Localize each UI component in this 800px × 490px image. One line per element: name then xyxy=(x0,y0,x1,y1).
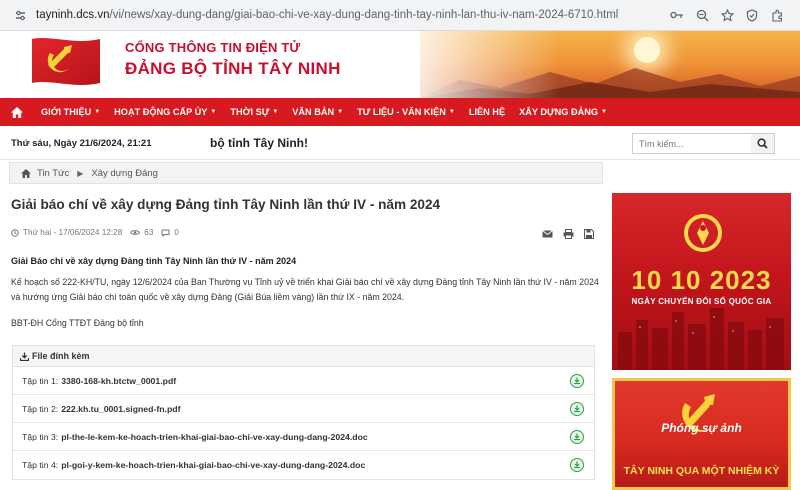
attachments-panel: File đính kèm Tập tin 1: 3380-168-kh.btc… xyxy=(12,345,595,480)
print-icon[interactable] xyxy=(562,228,574,239)
photo-report-banner[interactable]: Phóng sự ảnh TÂY NINH QUA MỘT NHIỆM KỲ xyxy=(612,378,791,490)
browser-address-bar: tayninh.dcs.vn/vi/news/xay-dung-dang/gia… xyxy=(0,0,800,31)
banner-subtitle: TÂY NINH QUA MỘT NHIỆM KỲ xyxy=(623,465,780,477)
file-label: Tập tin 2: xyxy=(22,403,59,414)
file-row[interactable]: Tập tin 4: pl-goi-y-kem-ke-hoach-trien-k… xyxy=(13,451,594,479)
breadcrumb-separator-icon: ▶ xyxy=(77,168,84,178)
main-navigation: GIỚI THIỆU ▼ HOẠT ĐỘNG CẤP ỦY ▼ THỜI SỰ ▼ V… xyxy=(0,98,800,126)
nav-item-tu-lieu-van-kien[interactable]: TƯ LIỆU - VĂN KIỆN ▼ xyxy=(350,98,462,126)
star-icon[interactable] xyxy=(720,8,734,22)
nav-label: GIỚI THIỆU xyxy=(41,107,92,117)
caret-down-icon: ▼ xyxy=(448,109,455,115)
nav-home-button[interactable] xyxy=(0,98,34,126)
url-path: /vi/news/xay-dung-dang/giai-bao-chi-ve-x… xyxy=(109,9,619,21)
site-info-icon[interactable] xyxy=(12,7,28,23)
news-ticker[interactable]: bộ tỉnh Tây Ninh! xyxy=(210,136,308,150)
file-row[interactable]: Tập tin 1: 3380-168-kh.btctw_0001.pdf xyxy=(13,367,594,395)
nav-item-van-ban[interactable]: VĂN BẢN ▼ xyxy=(285,98,350,126)
home-icon xyxy=(11,106,23,118)
nav-item-lien-he[interactable]: LIÊN HỆ xyxy=(462,98,512,126)
file-label: Tập tin 4: xyxy=(22,460,59,470)
search-input[interactable] xyxy=(632,133,752,154)
eye-icon xyxy=(130,230,141,235)
caret-down-icon: ▼ xyxy=(337,109,344,115)
attachments-title: File đính kèm xyxy=(32,351,90,361)
site-title-line2: ĐẢNG BỘ TỈNH TÂY NINH xyxy=(125,59,341,78)
file-name[interactable]: 222.kh.tu_0001.signed-fn.pdf xyxy=(61,404,180,414)
search-button[interactable] xyxy=(751,133,775,154)
file-label: Tập tin 3: xyxy=(22,431,59,442)
nav-label: HOẠT ĐỘNG CẤP ỦY xyxy=(114,107,208,117)
article-meta: Thứ hai - 17/06/2024 12:28 63 0 xyxy=(11,228,179,237)
file-name[interactable]: 3380-168-kh.btctw_0001.pdf xyxy=(61,376,176,386)
file-download-icon[interactable] xyxy=(570,402,584,416)
comment-icon xyxy=(161,229,170,237)
banner-date-number: 10 10 2023 xyxy=(631,265,772,295)
caret-down-icon: ▼ xyxy=(94,109,101,115)
nav-label: TƯ LIỆU - VĂN KIỆN xyxy=(357,107,446,117)
file-name[interactable]: pl-goi-y-kem-ke-hoach-trien-khai-giai-ba… xyxy=(61,460,365,470)
zoom-out-icon[interactable] xyxy=(695,8,709,22)
search-icon xyxy=(757,138,768,149)
nav-label: XÂY DỰNG ĐẢNG xyxy=(519,107,598,117)
file-row[interactable]: Tập tin 3: pl-the-le-kem-ke-hoach-trien-… xyxy=(13,423,594,451)
file-download-icon[interactable] xyxy=(570,430,584,444)
article-lead: Giải Báo chí về xây dựng Đảng tỉnh Tây N… xyxy=(11,256,297,266)
nav-item-gioi-thieu[interactable]: GIỚI THIỆU ▼ xyxy=(34,98,107,126)
nav-item-hoat-dong-cap-uy[interactable]: HOẠT ĐỘNG CẤP ỦY ▼ xyxy=(107,98,223,126)
breadcrumb-item-tin-tuc[interactable]: Tin Tức xyxy=(37,168,69,179)
nav-label: VĂN BẢN xyxy=(292,107,335,117)
comment-count: 0 xyxy=(174,228,179,237)
article-date: Thứ hai - 17/06/2024 12:28 xyxy=(23,228,123,237)
view-count: 63 xyxy=(144,228,154,237)
current-date: Thứ sáu, Ngày 21/6/2024, 21:21 xyxy=(11,138,152,149)
file-row[interactable]: Tập tin 2: 222.kh.tu_0001.signed-fn.pdf xyxy=(13,395,594,423)
download-icon xyxy=(20,352,29,361)
shield-icon[interactable] xyxy=(745,8,759,22)
caret-down-icon: ▼ xyxy=(272,109,279,115)
nav-item-xay-dung-dang[interactable]: XÂY DỰNG ĐẢNG ▼ xyxy=(512,98,614,126)
city-skyline-graphic xyxy=(618,308,784,370)
article-tools xyxy=(541,228,595,239)
key-icon[interactable] xyxy=(670,8,684,22)
nav-label: LIÊN HỆ xyxy=(468,107,506,117)
url-field[interactable]: tayninh.dcs.vn/vi/news/xay-dung-dang/gia… xyxy=(36,9,670,21)
breadcrumb-item-xay-dung-dang[interactable]: Xây dựng Đảng xyxy=(91,168,158,179)
site-header: CỔNG THÔNG TIN ĐIỆN TỬ ĐẢNG BỘ TỈNH TÂY … xyxy=(0,31,800,98)
breadcrumb-home[interactable]: Tin Tức xyxy=(10,168,69,179)
site-title-line1: CỔNG THÔNG TIN ĐIỆN TỬ xyxy=(125,40,301,55)
digital-transformation-logo xyxy=(684,214,722,252)
extensions-icon[interactable] xyxy=(770,8,784,22)
breadcrumb: Tin Tức ▶ Xây dựng Đảng xyxy=(9,162,603,184)
article-title: Giải báo chí về xây dựng Đảng tỉnh Tây N… xyxy=(11,197,441,212)
url-host: tayninh.dcs.vn xyxy=(36,9,110,21)
email-icon[interactable] xyxy=(541,228,553,239)
file-download-icon[interactable] xyxy=(570,374,584,388)
article-signature: BBT-ĐH Cổng TTĐT Đảng bộ tỉnh xyxy=(11,318,144,328)
clock-icon xyxy=(11,228,19,237)
home-icon xyxy=(21,168,31,178)
file-name[interactable]: pl-the-le-kem-ke-hoach-trien-khai-giai-b… xyxy=(61,432,368,442)
caret-down-icon: ▼ xyxy=(601,109,607,115)
nav-label: THỜI SỰ xyxy=(230,107,270,117)
attachments-heading: File đính kèm xyxy=(13,346,594,367)
digital-transformation-banner[interactable]: 10 10 2023 NGÀY CHUYỂN ĐỔI SỐ QUỐC GIA xyxy=(612,193,791,370)
banner-title: Phóng sự ảnh xyxy=(661,421,742,435)
save-icon[interactable] xyxy=(583,228,595,239)
article-body: Kế hoạch số 222-KH/TU, ngày 12/6/2024 củ… xyxy=(11,277,599,302)
caret-down-icon: ▼ xyxy=(210,109,217,115)
file-label: Tập tin 1: xyxy=(22,375,59,386)
party-flag-logo[interactable] xyxy=(30,35,102,87)
file-download-icon[interactable] xyxy=(570,458,584,472)
info-bar: Thứ sáu, Ngày 21/6/2024, 21:21 bộ tỉnh T… xyxy=(0,126,800,160)
nav-item-thoi-su[interactable]: THỜI SỰ ▼ xyxy=(223,98,285,126)
